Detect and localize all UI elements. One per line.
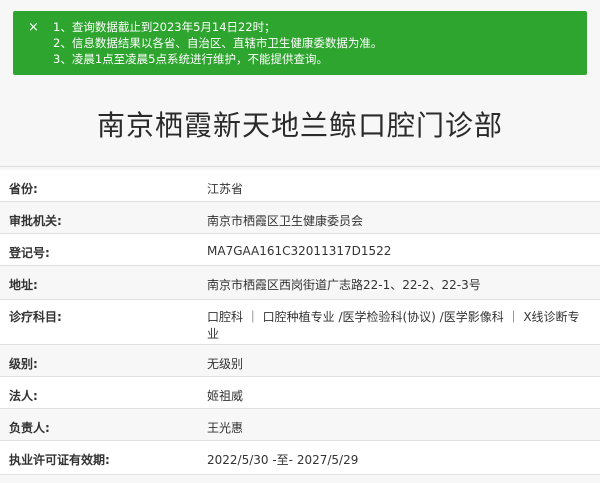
row-label: 地址: (9, 278, 38, 292)
info-row-person-in-charge: 负责人: 王光惠 (0, 409, 600, 441)
row-value: 江苏省 (207, 182, 244, 196)
row-value: 南京市栖霞区西岗街道广志路22-1、22-2、22-3号 (207, 278, 481, 292)
row-label: 负责人: (9, 421, 50, 435)
row-value: 无级别 (207, 357, 244, 371)
info-row-address: 地址: 南京市栖霞区西岗街道广志路22-1、22-2、22-3号 (0, 266, 600, 300)
row-label: 级别: (9, 357, 38, 371)
notice-line-1: 1、查询数据截止到2023年5月14日22时； (53, 20, 276, 34)
info-row-legal-person: 法人: 姬祖威 (0, 377, 600, 409)
notice-banner: × 1、查询数据截止到2023年5月14日22时； 2、信息数据结果以各省、自治… (13, 11, 587, 75)
row-label: 执业许可证有效期: (9, 453, 110, 467)
row-value: 2022/5/30 -至- 2027/5/29 (207, 453, 359, 467)
info-row-license-validity: 执业许可证有效期: 2022/5/30 -至- 2027/5/29 (0, 441, 600, 475)
row-value: 王光惠 (207, 421, 244, 435)
info-row-treatment-subjects: 诊疗科目: 口腔科 ｜ 口腔种植专业 /医学检验科(协议) /医学影像科 ｜ X… (0, 300, 600, 356)
row-value: 姬祖威 (207, 389, 244, 403)
row-label: 省份: (9, 182, 38, 196)
notice-line-3: 3、凌晨1点至凌晨5点系统进行维护，不能提供查询。 (53, 52, 328, 66)
divider (0, 166, 600, 167)
row-label: 登记号: (9, 246, 50, 260)
row-value: MA7GAA161C32011317D1522 (207, 244, 392, 258)
close-icon[interactable]: × (28, 21, 39, 34)
row-label: 审批机关: (9, 214, 62, 228)
info-table: 省份: 江苏省 审批机关: 南京市栖霞区卫生健康委员会 登记号: MA7GAA1… (0, 170, 600, 475)
info-row-province: 省份: 江苏省 (0, 170, 600, 202)
row-label: 法人: (9, 389, 38, 403)
info-row-approval-authority: 审批机关: 南京市栖霞区卫生健康委员会 (0, 202, 600, 234)
treatment-subjects-text: 口腔科 ｜ 口腔种植专业 /医学检验科(协议) /医学影像科 ｜ X线诊断专业 (207, 310, 580, 341)
notice-line-2: 2、信息数据结果以各省、自治区、直辖市卫生健康委数据为准。 (53, 36, 383, 50)
row-value: 南京市栖霞区卫生健康委员会 (207, 214, 364, 228)
info-row-level: 级别: 无级别 (0, 345, 600, 377)
page-title: 南京栖霞新天地兰鲸口腔门诊部 (96, 109, 503, 142)
row-label: 诊疗科目: (9, 310, 62, 324)
title-container: 南京栖霞新天地兰鲸口腔门诊部 (0, 96, 600, 156)
info-row-registration-number: 登记号: MA7GAA161C32011317D1522 (0, 234, 600, 266)
